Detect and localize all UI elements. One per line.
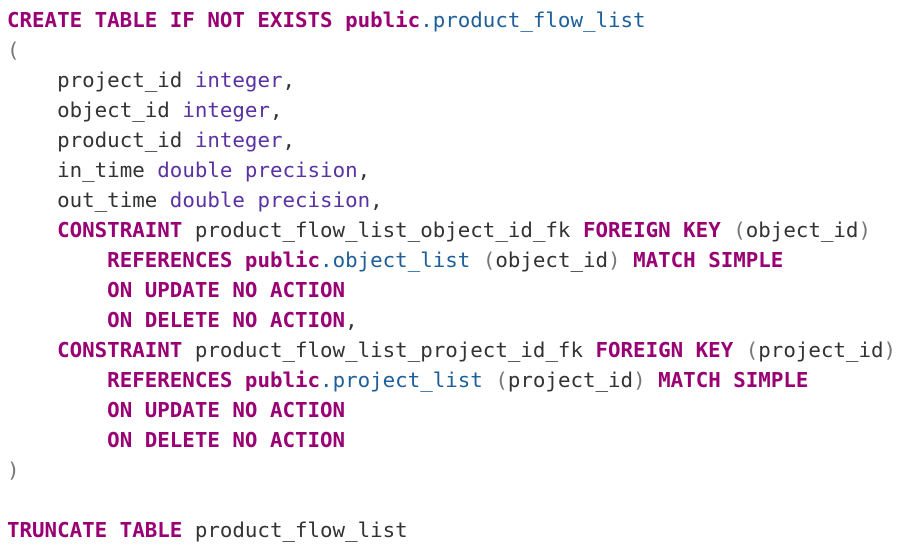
- code-line: TRUNCATE TABLE product_flow_list: [7, 515, 896, 545]
- code-token: ON UPDATE NO ACTION: [107, 278, 346, 302]
- code-token: project_id: [507, 368, 634, 392]
- code-token: ): [883, 338, 897, 362]
- code-token: TRUNCATE TABLE: [7, 518, 183, 542]
- code-line: CONSTRAINT product_flow_list_project_id_…: [7, 335, 896, 365]
- code-token: REFERENCES: [107, 368, 233, 392]
- code-token: .product_flow_list: [420, 8, 646, 32]
- code-line: CONSTRAINT product_flow_list_object_id_f…: [7, 215, 896, 245]
- code-line: REFERENCES public.object_list (object_id…: [7, 245, 896, 275]
- code-token: ,: [357, 158, 371, 182]
- code-token: FOREIGN KEY: [595, 338, 734, 362]
- code-token: product_id: [57, 128, 183, 152]
- code-token: project_id: [758, 338, 884, 362]
- code-token: MATCH SIMPLE: [658, 368, 809, 392]
- code-token: public: [244, 248, 321, 272]
- code-token: object_id: [495, 248, 609, 272]
- code-token: ON UPDATE NO ACTION: [107, 398, 346, 422]
- code-token: ,: [370, 188, 383, 212]
- code-token: ,: [269, 98, 283, 122]
- code-token: .project_list: [320, 368, 483, 392]
- code-token: integer: [194, 128, 283, 152]
- code-token: public: [345, 8, 421, 32]
- code-token: ): [608, 248, 634, 272]
- code-token: in_time: [57, 158, 145, 182]
- code-token: ,: [282, 68, 296, 92]
- sql-code-block: CREATE TABLE IF NOT EXISTS public.produc…: [7, 5, 896, 545]
- code-token: out_time: [57, 188, 158, 212]
- code-token: ): [633, 368, 659, 392]
- code-token: product_flow_list_project_id_fk: [182, 338, 596, 362]
- code-token: double precision: [157, 158, 358, 182]
- code-line: object_id integer,: [7, 95, 896, 125]
- code-token: ,: [282, 128, 296, 152]
- code-token: MATCH SIMPLE: [633, 248, 784, 272]
- code-line: product_id integer,: [7, 125, 896, 155]
- code-line: ON DELETE NO ACTION: [7, 425, 896, 455]
- code-line: out_time double precision,: [7, 185, 896, 215]
- code-token: (: [720, 218, 746, 242]
- code-token: product_flow_list_object_id_fk: [182, 218, 583, 242]
- code-token: (: [733, 338, 759, 362]
- code-line: REFERENCES public.project_list (project_…: [7, 365, 896, 395]
- code-token: CONSTRAINT: [57, 218, 183, 242]
- code-token: object_id: [745, 218, 859, 242]
- code-line: ON UPDATE NO ACTION: [7, 275, 896, 305]
- code-token: FOREIGN KEY: [582, 218, 721, 242]
- code-token: .object_list: [320, 248, 471, 272]
- code-token: CREATE TABLE IF NOT EXISTS: [7, 8, 333, 32]
- code-token: ,: [345, 308, 358, 332]
- code-line: (: [7, 35, 896, 65]
- code-token: REFERENCES: [107, 248, 233, 272]
- code-line: in_time double precision,: [7, 155, 896, 185]
- code-token: double precision: [169, 188, 371, 212]
- code-token: ): [7, 458, 20, 482]
- code-token: project_id: [57, 68, 183, 92]
- code-token: (: [7, 38, 20, 62]
- code-line: CREATE TABLE IF NOT EXISTS public.produc…: [7, 5, 896, 35]
- code-token: CONSTRAINT: [57, 338, 183, 362]
- code-token: public: [244, 368, 321, 392]
- code-token: ): [858, 218, 871, 242]
- code-token: (: [482, 368, 508, 392]
- code-token: ON DELETE NO ACTION: [107, 428, 346, 452]
- code-line: ON UPDATE NO ACTION: [7, 395, 896, 425]
- code-token: integer: [194, 68, 283, 92]
- code-line: ): [7, 455, 896, 485]
- code-token: (: [470, 248, 496, 272]
- code-line: ON DELETE NO ACTION,: [7, 305, 896, 335]
- code-token: integer: [182, 98, 270, 122]
- code-token: object_id: [57, 98, 170, 122]
- code-token: ON DELETE NO ACTION: [107, 308, 346, 332]
- code-token: product_flow_list: [182, 518, 408, 542]
- code-line: project_id integer,: [7, 65, 896, 95]
